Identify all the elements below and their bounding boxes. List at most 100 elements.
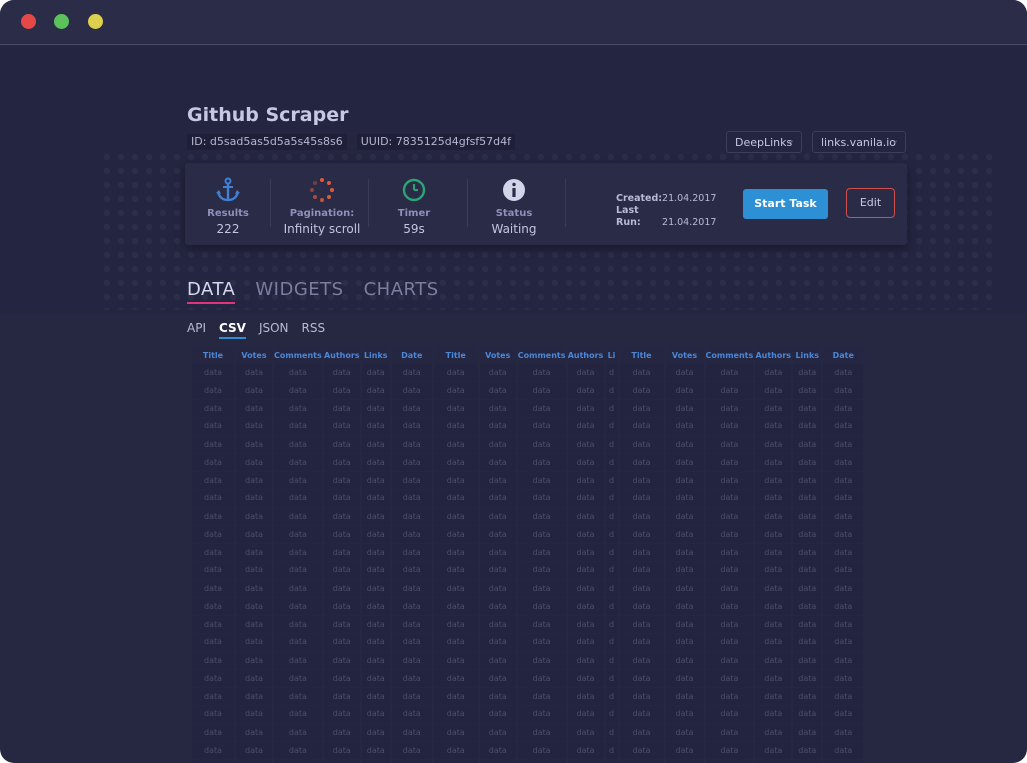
domain-dropdown-value: links.vanila.io (821, 136, 897, 149)
table-cell: data (755, 670, 792, 688)
minimize-window-button[interactable] (54, 14, 69, 29)
table-cell: data (823, 490, 864, 508)
close-window-button[interactable] (21, 14, 36, 29)
column-header[interactable]: Authors (567, 346, 604, 364)
table-cell: data (274, 472, 322, 490)
table-cell: data (323, 544, 360, 562)
stat-results-label: Results (207, 208, 249, 219)
table-cell: d (605, 382, 618, 400)
column-header[interactable]: Comments (517, 346, 566, 364)
table-cell: data (793, 364, 822, 382)
table-cell: data (192, 616, 234, 634)
table-cell: data (567, 580, 604, 598)
column-header[interactable]: Li (605, 346, 618, 364)
table-row: datadatadatadatadatadatadatadatadatadata… (192, 508, 864, 526)
table-cell: data (236, 616, 272, 634)
table-cell: data (192, 562, 234, 580)
subtab-rss[interactable]: RSS (302, 321, 326, 339)
start-task-button[interactable]: Start Task (743, 189, 828, 219)
table-cell: data (619, 562, 664, 580)
table-cell: data (236, 364, 272, 382)
table-cell: data (517, 364, 566, 382)
table-cell: data (274, 634, 322, 652)
table-cell: data (755, 634, 792, 652)
table-cell: data (665, 454, 704, 472)
table-cell: data (361, 364, 390, 382)
table-cell: data (755, 472, 792, 490)
table-cell: data (793, 616, 822, 634)
table-cell: data (755, 580, 792, 598)
stat-results: Results 222 (180, 177, 276, 236)
subtab-json[interactable]: JSON (259, 321, 289, 339)
table-cell: data (391, 490, 432, 508)
column-header[interactable]: Authors (323, 346, 360, 364)
table-cell: data (619, 706, 664, 724)
tab-widgets[interactable]: WIDGETS (255, 279, 343, 304)
table-cell: data (567, 724, 604, 742)
subtab-api[interactable]: API (187, 321, 206, 339)
table-row: datadatadatadatadatadatadatadatadatadata… (192, 472, 864, 490)
tab-charts[interactable]: CHARTS (364, 279, 439, 304)
column-header[interactable]: Comments (705, 346, 754, 364)
table-cell: data (361, 652, 390, 670)
table-row: datadatadatadatadatadatadatadatadatadata… (192, 364, 864, 382)
table-cell: data (433, 742, 478, 760)
table-cell: data (823, 472, 864, 490)
table-cell: data (567, 670, 604, 688)
table-cell: data (361, 454, 390, 472)
column-header[interactable]: Comments (274, 346, 322, 364)
column-header[interactable]: Links (793, 346, 822, 364)
column-header[interactable]: Authors (755, 346, 792, 364)
table-cell: data (433, 724, 478, 742)
table-cell: data (323, 526, 360, 544)
column-header[interactable]: Links (361, 346, 390, 364)
table-cell: data (274, 544, 322, 562)
table-cell: data (517, 652, 566, 670)
table-cell: data (567, 364, 604, 382)
table-cell: data (361, 400, 390, 418)
table-cell: data (274, 598, 322, 616)
table-cell: data (517, 436, 566, 454)
table-cell: data (517, 598, 566, 616)
table-cell: data (793, 688, 822, 706)
domain-dropdown[interactable]: links.vanila.io ⌄ (812, 131, 906, 153)
table-cell: data (619, 364, 664, 382)
table-cell: data (391, 634, 432, 652)
subtab-csv[interactable]: CSV (218, 321, 246, 339)
table-row: datadatadatadatadatadatadatadatadatadata… (192, 688, 864, 706)
table-cell: data (479, 562, 516, 580)
table-cell: data (274, 508, 322, 526)
table-cell: data (755, 364, 792, 382)
column-header[interactable]: Votes (479, 346, 516, 364)
table-row: datadatadatadatadatadatadatadatadatadata… (192, 580, 864, 598)
column-header[interactable]: Votes (665, 346, 704, 364)
data-table-container[interactable]: Title Votes Comments Authors Links Date Title V… (190, 346, 904, 763)
column-header[interactable]: Title (192, 346, 234, 364)
table-cell: data (823, 688, 864, 706)
created-row: Created: 21.04.2017 (616, 193, 716, 205)
column-header[interactable]: Title (619, 346, 664, 364)
table-cell: d (605, 598, 618, 616)
maximize-window-button[interactable] (88, 14, 103, 29)
table-cell: data (192, 652, 234, 670)
table-cell: data (567, 382, 604, 400)
column-header[interactable]: Date (391, 346, 432, 364)
table-cell: data (192, 364, 234, 382)
stat-pagination: Pagination: Infinity scroll (274, 177, 370, 236)
table-cell: data (236, 670, 272, 688)
table-cell: data (192, 688, 234, 706)
edit-button[interactable]: Edit (846, 188, 895, 218)
table-cell: data (361, 382, 390, 400)
table-cell: d (605, 634, 618, 652)
table-cell: data (274, 490, 322, 508)
tab-data[interactable]: DATA (187, 279, 236, 304)
table-cell: data (793, 454, 822, 472)
column-header[interactable]: Title (433, 346, 478, 364)
table-cell: data (793, 670, 822, 688)
table-cell: data (236, 400, 272, 418)
column-header[interactable]: Date (823, 346, 864, 364)
table-row: datadatadatadatadatadatadatadatadatadata… (192, 382, 864, 400)
main-tabs: DATA WIDGETS CHARTS (187, 279, 439, 304)
column-header[interactable]: Votes (236, 346, 272, 364)
deeplinks-dropdown[interactable]: DeepLinks ⌄ (726, 131, 802, 153)
